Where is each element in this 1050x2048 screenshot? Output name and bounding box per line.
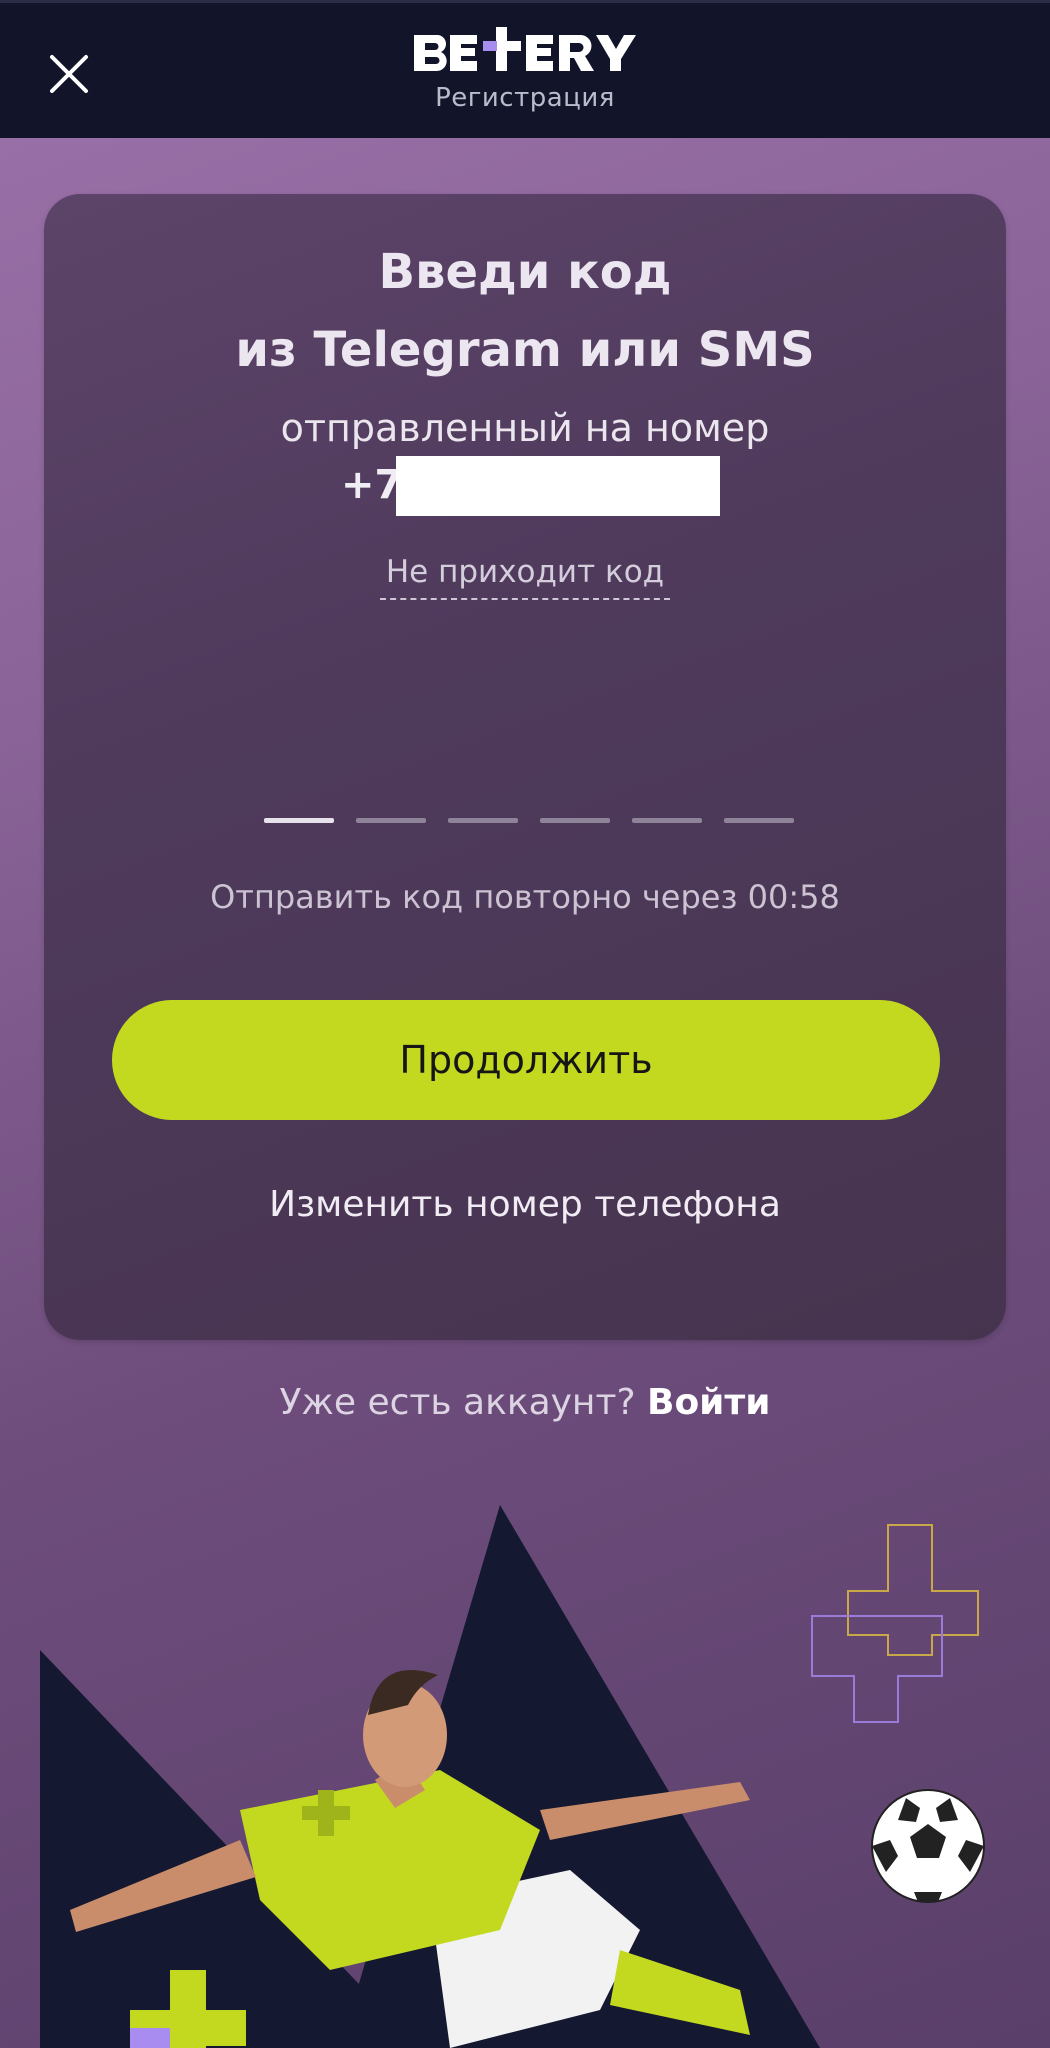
promo-illustration	[0, 1480, 1050, 2048]
code-slot[interactable]	[264, 818, 334, 823]
card-title-line2: из Telegram или SMS	[235, 322, 815, 378]
account-prompt: Уже есть аккаунт? Войти	[0, 1382, 1050, 1423]
change-phone-link[interactable]: Изменить номер телефона	[0, 1184, 1050, 1225]
account-question: Уже есть аккаунт?	[279, 1382, 636, 1423]
resend-timer: Отправить код повторно через 00:58	[210, 878, 840, 916]
phone-prefix: +7	[341, 462, 403, 508]
sent-to-label: отправленный на номер	[280, 406, 770, 450]
code-slot[interactable]	[356, 818, 426, 823]
code-slot[interactable]	[724, 818, 794, 823]
code-slot[interactable]	[448, 818, 518, 823]
login-link[interactable]: Войти	[647, 1382, 771, 1423]
continue-button[interactable]: Продолжить	[112, 1000, 940, 1120]
code-slot[interactable]	[632, 818, 702, 823]
code-slot[interactable]	[540, 818, 610, 823]
no-code-link[interactable]: Не приходит код	[380, 554, 670, 600]
soccer-ball-icon	[871, 1789, 985, 1903]
top-bar: Регистрация	[0, 0, 1050, 138]
code-input[interactable]	[264, 818, 794, 824]
page-subtitle: Регистрация	[435, 83, 615, 113]
phone-number-redacted	[396, 456, 720, 516]
brand-logo	[0, 27, 1050, 79]
card-title-line1: Введи код	[378, 244, 672, 300]
